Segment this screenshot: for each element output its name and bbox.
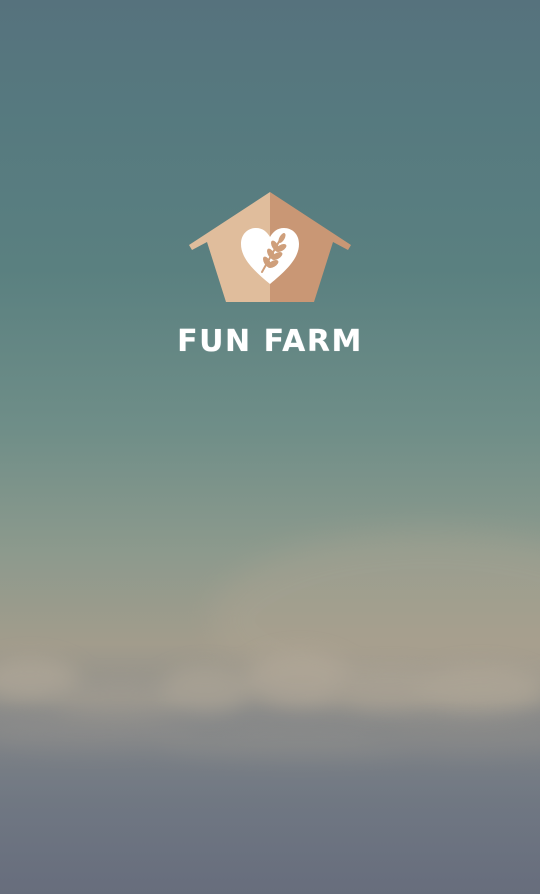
splash-screen: FUN FARM: [0, 0, 540, 894]
app-logo: FUN FARM: [0, 190, 540, 370]
app-title: FUN FARM: [177, 323, 363, 360]
cloud-backdrop: [0, 530, 540, 894]
house-heart-wheat-icon: [189, 192, 351, 302]
